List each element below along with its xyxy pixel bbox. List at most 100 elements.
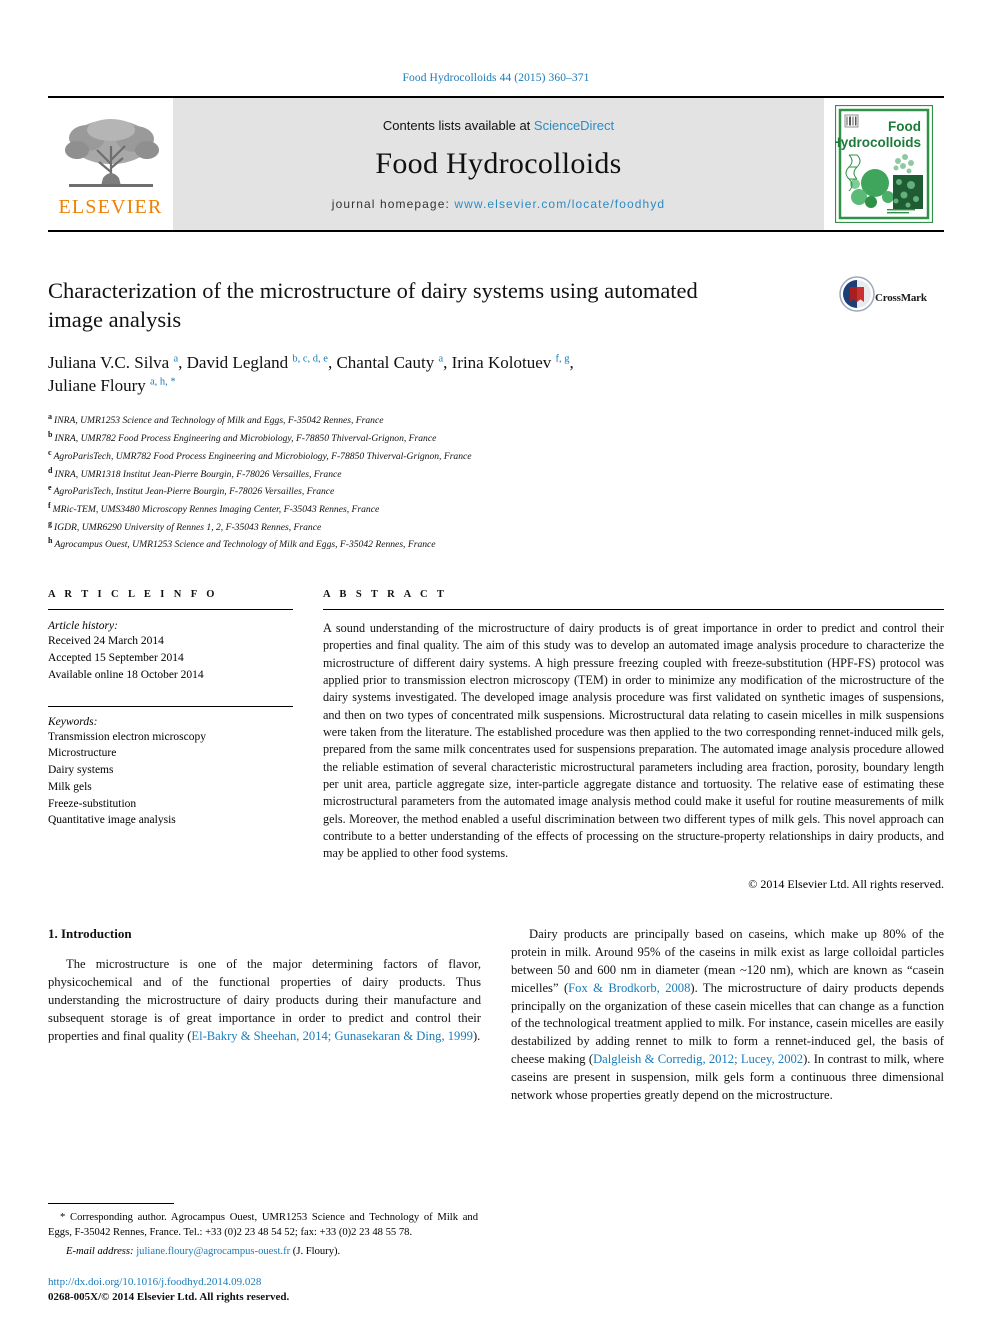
affiliation-item: d INRA, UMR1318 Institut Jean-Pierre Bour…	[48, 465, 944, 483]
author-item: Chantal Cauty a,	[336, 353, 451, 372]
author-name: Chantal Cauty	[336, 352, 435, 372]
keywords-list: Transmission electron microscopy Microst…	[48, 729, 293, 830]
divider	[323, 609, 944, 611]
affiliation-mark: g	[48, 518, 52, 528]
journal-title: Food Hydrocolloids	[375, 146, 622, 180]
citation-link[interactable]: Fox & Brodkorb, 2008	[568, 981, 690, 995]
affiliation-mark: a	[48, 412, 52, 422]
abstract-column: A B S T R A C T A sound understanding of…	[323, 589, 944, 892]
affiliation-item: g IGDR, UMR6290 University of Rennes 1, 2…	[48, 518, 944, 536]
contents-available-line: Contents lists available at ScienceDirec…	[383, 118, 614, 133]
info-abstract-region: A R T I C L E I N F O Article history: R…	[48, 589, 944, 892]
journal-cover-thumbnail: Food Hydrocolloids	[824, 98, 944, 230]
affiliation-item: h Agrocampus Ouest, UMR1253 Science and T…	[48, 535, 944, 553]
author-affiliation-marks[interactable]: f, g	[555, 353, 569, 364]
affiliation-item: a INRA, UMR1253 Science and Technology of…	[48, 411, 944, 429]
keyword-item: Transmission electron microscopy	[48, 730, 207, 743]
affiliation-mark: b	[48, 430, 53, 440]
affiliation-item: e AgroParisTech, Institut Jean-Pierre Bou…	[48, 482, 944, 500]
affiliation-mark: e	[48, 483, 52, 493]
email-label: E-mail address:	[66, 1245, 134, 1257]
author-item: David Legland b, c, d, e,	[187, 353, 337, 372]
footnote-block: * Corresponding author. Agrocampus Ouest…	[48, 1202, 478, 1305]
author-item: Juliane Floury a, h, *	[48, 376, 176, 395]
author-item: Irina Kolotuev f, g,	[452, 353, 574, 372]
affiliation-item: f MRic-TEM, UMS3480 Microscopy Rennes Ima…	[48, 500, 944, 518]
keyword-item: Dairy systems	[48, 764, 114, 777]
divider	[48, 705, 293, 707]
author-item: Juliana V.C. Silva a,	[48, 353, 187, 372]
section-heading-introduction: 1. Introduction	[48, 925, 132, 941]
article-info-column: A R T I C L E I N F O Article history: R…	[48, 589, 293, 892]
body-column-right: Dairy products are principally based on …	[511, 926, 944, 1105]
affiliation-item: c AgroParisTech, UMR782 Food Process Engi…	[48, 447, 944, 465]
svg-text:Food: Food	[888, 119, 921, 134]
elsevier-logo: ELSEVIER	[48, 98, 173, 230]
body-column-left: 1. Introduction The microstructure is on…	[48, 926, 481, 1105]
corresponding-author-note: * Corresponding author. Agrocampus Ouest…	[48, 1211, 478, 1238]
journal-homepage-line: journal homepage: www.elsevier.com/locat…	[332, 197, 665, 211]
article-info-heading: A R T I C L E I N F O	[48, 589, 218, 601]
affiliation-text: Agrocampus Ouest, UMR1253 Science and Te…	[54, 539, 436, 551]
citation-link[interactable]: El-Bakry & Sheehan, 2014; Gunasekaran & …	[191, 1029, 473, 1043]
abstract-heading: A B S T R A C T	[323, 589, 448, 601]
divider	[48, 609, 293, 611]
article-history-label: Article history:	[48, 620, 118, 633]
author-name: Juliane Floury	[48, 375, 146, 395]
author-separator: ,	[443, 352, 452, 372]
keyword-item: Microstructure	[48, 747, 117, 760]
homepage-label: journal homepage:	[331, 196, 450, 211]
keyword-item: Milk gels	[48, 780, 92, 793]
affiliation-text: INRA, UMR1318 Institut Jean-Pierre Bourg…	[54, 468, 342, 480]
crossmark-badge[interactable]: CrossMark	[839, 276, 944, 326]
affiliation-mark: c	[48, 447, 52, 457]
author-affiliation-marks[interactable]: b, c, d, e	[292, 353, 328, 364]
author-name: Irina Kolotuev	[451, 352, 552, 372]
running-head: Food Hydrocolloids 44 (2015) 360–371	[402, 72, 590, 84]
paper-page: Food Hydrocolloids 44 (2015) 360–371 ELS…	[0, 0, 992, 1323]
affiliation-text: INRA, UMR782 Food Process Engineering an…	[54, 433, 437, 445]
affiliation-text: IGDR, UMR6290 University of Rennes 1, 2,…	[54, 521, 322, 533]
affiliation-item: b INRA, UMR782 Food Process Engineering a…	[48, 429, 944, 447]
paragraph: Dairy products are principally based on …	[511, 926, 944, 1105]
crossmark-label: CrossMark	[875, 292, 927, 304]
email-note: E-mail address: juliane.floury@agrocampu…	[48, 1244, 478, 1259]
history-item: Available online 18 October 2014	[48, 668, 204, 681]
affiliation-text: MRic-TEM, UMS3480 Microscopy Rennes Imag…	[52, 504, 380, 516]
body-columns: 1. Introduction The microstructure is on…	[48, 926, 944, 1105]
page-title: Characterization of the microstructure o…	[48, 278, 698, 333]
history-item: Received 24 March 2014	[48, 635, 164, 648]
keywords-label: Keywords:	[48, 715, 98, 728]
citation-link[interactable]: Dalgleish & Corredig, 2012; Lucey, 2002	[593, 1052, 803, 1066]
masthead-center: Contents lists available at ScienceDirec…	[173, 98, 824, 230]
contents-prefix: Contents lists available at	[382, 117, 531, 133]
sciencedirect-link[interactable]: ScienceDirect	[534, 118, 614, 133]
title-block: Characterization of the microstructure o…	[48, 276, 944, 553]
paragraph-segment: ).	[472, 1028, 481, 1043]
keywords-block: Keywords: Transmission electron microsco…	[48, 705, 293, 830]
affiliation-mark: d	[48, 465, 53, 475]
author-affiliation-marks[interactable]: a, h, *	[150, 376, 176, 387]
author-name: David Legland	[186, 352, 289, 372]
author-name: Juliana V.C. Silva	[48, 352, 170, 372]
abstract-text: A sound understanding of the microstruct…	[323, 621, 944, 861]
affiliation-text: INRA, UMR1253 Science and Technology of …	[54, 415, 384, 427]
elsevier-wordmark: ELSEVIER	[58, 195, 163, 218]
elsevier-tree-icon	[64, 118, 159, 187]
affiliation-mark: h	[48, 536, 53, 546]
history-item: Accepted 15 September 2014	[48, 651, 184, 664]
email-link[interactable]: juliane.floury@agrocampus-ouest.fr	[136, 1246, 290, 1257]
homepage-url-link[interactable]: www.elsevier.com/locate/foodhyd	[454, 197, 665, 211]
crossmark-icon	[839, 276, 875, 312]
keyword-item: Freeze-substitution	[48, 797, 137, 810]
abstract-copyright: © 2014 Elsevier Ltd. All rights reserved…	[748, 876, 944, 891]
affiliation-text: AgroParisTech, Institut Jean-Pierre Bour…	[53, 486, 335, 498]
affiliation-list: a INRA, UMR1253 Science and Technology of…	[48, 411, 944, 553]
doi-link[interactable]: http://dx.doi.org/10.1016/j.foodhyd.2014…	[48, 1275, 478, 1290]
affiliation-text: AgroParisTech, UMR782 Food Process Engin…	[53, 451, 472, 463]
footnote-divider	[48, 1202, 174, 1204]
issn-copyright-line: 0268-005X/© 2014 Elsevier Ltd. All right…	[48, 1291, 290, 1304]
author-separator: ,	[178, 352, 187, 372]
article-history-list: Received 24 March 2014 Accepted 15 Septe…	[48, 633, 293, 683]
journal-cover-image: Food Hydrocolloids	[835, 105, 933, 223]
